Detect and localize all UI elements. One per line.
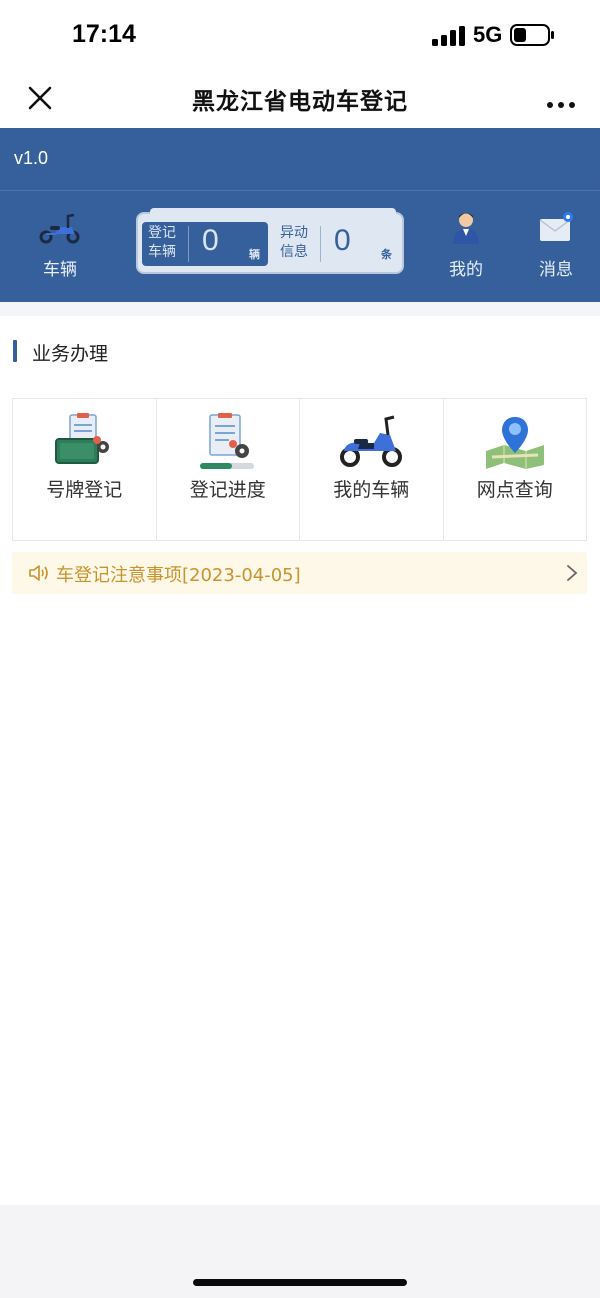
- registered-vehicles-stat[interactable]: 登记 车辆 0 辆: [142, 222, 268, 266]
- anomaly-unit: 条: [381, 248, 392, 261]
- dashboard-header: v1.0 车辆 登记 车辆 0 辆 异动 信息 0 条 我的 消息: [0, 128, 600, 302]
- registration-progress-icon: [196, 413, 260, 475]
- bottom-area: [0, 1205, 600, 1298]
- anomaly-info-stat[interactable]: 异动 信息 0 条: [274, 222, 400, 266]
- service-grid: 号牌登记 登记进度 我的车辆 网点查询: [12, 398, 587, 541]
- stats-panel: 登记 车辆 0 辆 异动 信息 0 条: [136, 208, 404, 274]
- user-avatar-icon: [451, 213, 481, 249]
- message-entry[interactable]: 消息: [528, 210, 584, 280]
- home-indicator[interactable]: [193, 1279, 407, 1286]
- section-title: 业务办理: [32, 343, 109, 365]
- plate-registration-icon: [52, 413, 116, 473]
- service-label: 网点查询: [476, 479, 553, 501]
- stat-separator: [320, 226, 321, 262]
- message-label: 消息: [539, 260, 573, 280]
- stat-separator: [188, 226, 189, 262]
- service-registration-progress[interactable]: 登记进度: [157, 399, 300, 540]
- signal-bars-icon: [432, 26, 466, 50]
- registered-label: 登记 车辆: [148, 224, 184, 262]
- anomaly-count: 0: [334, 224, 351, 257]
- service-label: 登记进度: [189, 479, 266, 501]
- registered-count: 0: [202, 224, 219, 257]
- envelope-icon: [538, 212, 574, 249]
- speaker-icon: [28, 563, 50, 587]
- map-location-icon: [482, 413, 548, 473]
- battery-icon: [510, 24, 556, 50]
- chevron-right-icon: [566, 564, 578, 586]
- my-vehicle-icon: [336, 413, 406, 471]
- service-plate-registration[interactable]: 号牌登记: [13, 399, 157, 540]
- service-label: 我的车辆: [333, 479, 410, 501]
- section-accent-bar: [13, 340, 17, 362]
- registered-label-line1: 登记: [148, 225, 176, 241]
- anomaly-label-line2: 信息: [280, 244, 308, 260]
- nav-bar: 黑龙江省电动车登记: [0, 68, 600, 128]
- vehicle-label: 车辆: [43, 260, 77, 280]
- service-label: 号牌登记: [46, 479, 123, 501]
- vehicle-entry[interactable]: 车辆: [30, 212, 90, 280]
- anomaly-label: 异动 信息: [280, 224, 316, 262]
- registered-label-line2: 车辆: [148, 244, 176, 260]
- status-time: 17:14: [72, 20, 136, 48]
- network-label: 5G: [473, 22, 503, 47]
- notice-banner[interactable]: 车登记注意事项[2023-04-05]: [12, 552, 587, 594]
- registered-unit: 辆: [249, 248, 260, 261]
- panel-top-strip: [150, 208, 396, 216]
- notice-text: 车登记注意事项[2023-04-05]: [56, 565, 301, 586]
- mine-entry[interactable]: 我的: [438, 210, 494, 280]
- section-gap: [0, 302, 600, 316]
- more-icon[interactable]: [546, 94, 576, 113]
- status-bar: 17:14 5G: [0, 0, 600, 68]
- scooter-icon: [38, 213, 82, 249]
- mine-label: 我的: [449, 260, 483, 280]
- service-outlet-search[interactable]: 网点查询: [444, 399, 587, 540]
- version-label: v1.0: [14, 148, 49, 168]
- page-title: 黑龙江省电动车登记: [192, 89, 408, 115]
- service-my-vehicle[interactable]: 我的车辆: [300, 399, 444, 540]
- anomaly-label-line1: 异动: [280, 225, 308, 241]
- header-divider: [0, 190, 600, 191]
